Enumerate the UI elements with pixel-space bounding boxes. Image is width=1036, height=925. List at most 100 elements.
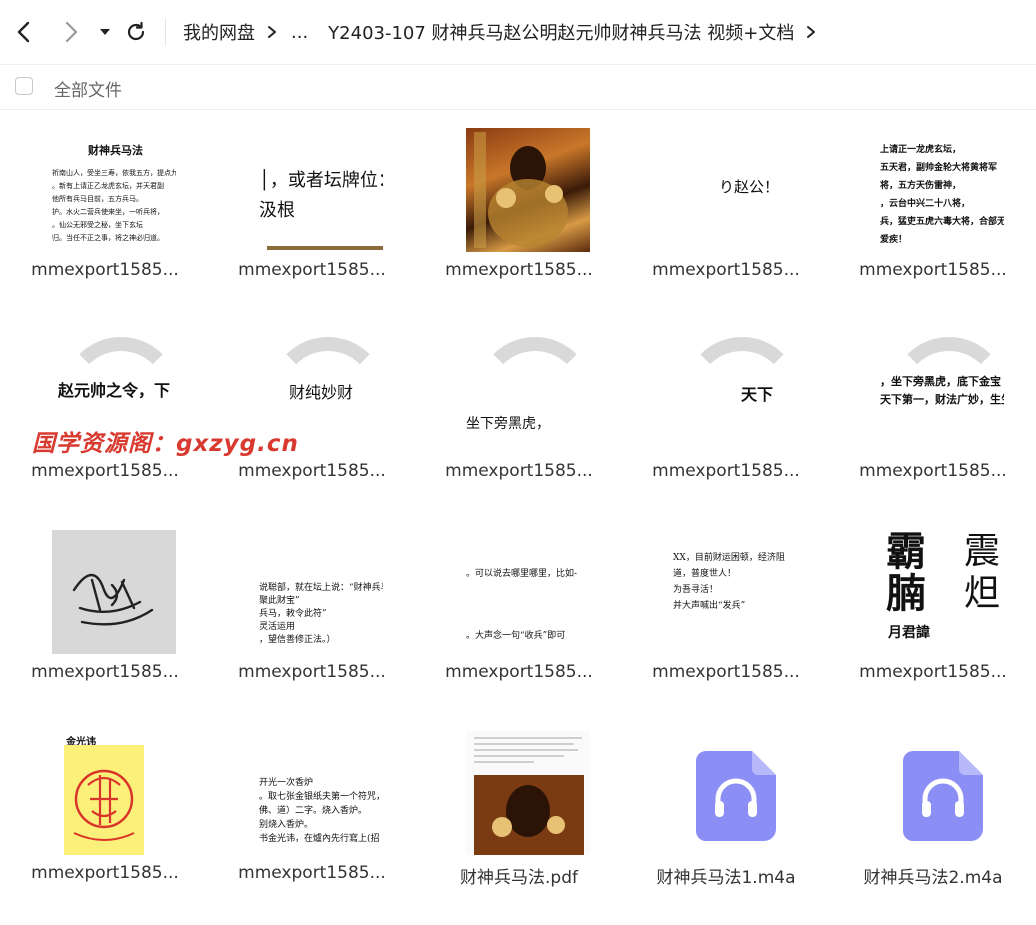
file-name[interactable]: mmexport1585... (631, 461, 821, 481)
file-name[interactable]: mmexport1585... (217, 461, 407, 481)
select-all-checkbox[interactable] (15, 77, 33, 95)
file-item[interactable]: 说聪部，就在坛上说：“财神兵马 聚此财宝” 兵马，敕令此符” 灵活运用 ，望信善修正法。… (207, 510, 414, 711)
file-thumbnail[interactable]: 上请正一龙虎玄坛， 五天君，副帅金轮大将黄将军 将，五方天伤雷神， ，云台中兴二十八将… (880, 128, 1004, 252)
file-thumbnail[interactable]: ，坐下旁黑虎，底下金宝 天下第一，财法广妙，生生 (880, 329, 1004, 453)
thumb-text: │，或者坛牌位： (259, 170, 383, 191)
file-item[interactable]: 财神兵马法1.m4a (621, 711, 828, 912)
thumb-text: 赵元帅之令，下 (58, 381, 171, 400)
file-item[interactable]: 金光讳 mmexport1585... (0, 711, 207, 912)
headphones-icon (696, 751, 776, 841)
breadcrumb-root[interactable]: 我的网盘 (183, 19, 255, 45)
file-name[interactable]: mmexport1585... (10, 461, 200, 481)
file-name[interactable]: mmexport1585... (838, 461, 1028, 481)
refresh-icon[interactable] (123, 19, 149, 45)
thumb-text: 爱疾！ (880, 235, 908, 245)
file-item[interactable]: 财神兵马法2.m4a (828, 711, 1035, 912)
file-thumbnail[interactable] (52, 530, 176, 654)
file-name[interactable]: mmexport1585... (631, 260, 821, 280)
thumb-text: 灵活运用 (259, 622, 296, 632)
thumb-text: 道，普度世人！ (673, 569, 737, 579)
file-item[interactable]: 财纯妙财 mmexport1585... (207, 309, 414, 510)
breadcrumb-current[interactable]: Y2403-107 财神兵马赵公明赵元帅财神兵马法 视频+文档 (328, 19, 794, 45)
file-name[interactable]: mmexport1585... (631, 662, 821, 682)
file-name[interactable]: 财神兵马法2.m4a (838, 863, 1028, 888)
file-name[interactable]: mmexport1585... (217, 662, 407, 682)
file-grid: 财神兵马法祈南山人，受坐三寿，依我五方，提点九州， 。新有上请正乙龙虎玄坛，并天君… (0, 108, 1036, 925)
file-thumbnail[interactable]: 坐下旁黑虎， (466, 329, 590, 453)
file-thumbnail[interactable] (466, 128, 590, 252)
file-item[interactable]: 坐下旁黑虎， mmexport1585... (414, 309, 621, 510)
file-thumbnail[interactable]: 财神兵马法祈南山人，受坐三寿，依我五方，提点九州， 。新有上请正乙龙虎玄坛，并天君… (52, 128, 176, 252)
thumb-brushstroke (683, 337, 797, 453)
thumb-text: 将，五方天伤雷神， (880, 181, 962, 191)
thumb-text: り赵公！ (719, 178, 780, 196)
file-item[interactable]: り赵公！ mmexport1585... (621, 108, 828, 309)
file-thumbnail[interactable] (880, 731, 1004, 855)
file-item[interactable]: mmexport1585... (0, 510, 207, 711)
file-thumbnail[interactable]: 天下 (673, 329, 797, 453)
thumb-text: 上请正一龙虎玄坛， (880, 145, 962, 155)
thumb-text: 别烧入香炉。 (259, 820, 314, 830)
file-name[interactable]: mmexport1585... (424, 662, 614, 682)
thumb-text: 霸 (886, 530, 926, 575)
file-name[interactable]: mmexport1585... (838, 260, 1028, 280)
thumb-text: 书金光讳，在爐內先行寫上(招 (259, 834, 380, 844)
file-thumbnail[interactable] (466, 731, 590, 855)
thumb-text: ，云台中兴二十八将， (880, 199, 971, 209)
thumb-text: 他所有兵马目前，五方兵马。 (52, 195, 143, 203)
file-item[interactable]: 。可以说去哪里哪里，比如- 。大声念一句“收兵”即可 mmexport1585... (414, 510, 621, 711)
file-item[interactable]: 开光一次香炉 。取七张金银纸夫第一个符咒， 佛、道）二字。烧入香炉。 别烧入香炉。 书金… (207, 711, 414, 912)
file-item[interactable]: ，坐下旁黑虎，底下金宝 天下第一，财法广妙，生生 mmexport1585... (828, 309, 1035, 510)
thumb-text: 天下第一，财法广妙，生生 (880, 393, 1004, 406)
file-item[interactable]: XX，目前财运困顿，经济阻 道，普度世人！ 为吾寻活！ 并大声喊出“发兵” mmexpo… (621, 510, 828, 711)
file-item[interactable]: 霸腩月君諱 震炟 mmexport1585... (828, 510, 1035, 711)
file-name[interactable]: mmexport1585... (217, 863, 407, 883)
chevron-right-icon (806, 25, 816, 39)
file-name[interactable]: mmexport1585... (10, 662, 200, 682)
file-name[interactable]: mmexport1585... (424, 260, 614, 280)
file-toolbar: 全部文件 (0, 64, 1036, 110)
thumb-text: 佛、道）二字。烧入香炉。 (259, 806, 368, 816)
file-name[interactable]: mmexport1585... (424, 461, 614, 481)
thumb-text: 兵，猛吏五虎六毒大将，合部无 (880, 217, 1004, 227)
file-item[interactable]: 赵元帅之令，下 mmexport1585... (0, 309, 207, 510)
dropdown-icon[interactable] (92, 19, 118, 45)
file-thumbnail[interactable]: 霸腩月君諱 震炟 (880, 530, 1004, 654)
file-name[interactable]: mmexport1585... (838, 662, 1028, 682)
file-name[interactable]: mmexport1585... (217, 260, 407, 280)
file-thumbnail[interactable]: り赵公！ (673, 128, 797, 252)
thumb-text: 天下 (741, 385, 774, 404)
file-item[interactable]: 上请正一龙虎玄坛， 五天君，副帅金轮大将黄将军 将，五方天伤雷神， ，云台中兴二十八将… (828, 108, 1035, 309)
thumb-text: 震 (964, 531, 1001, 572)
file-thumbnail[interactable]: 开光一次香炉 。取七张金银纸夫第一个符咒， 佛、道）二字。烧入香炉。 别烧入香炉。 书金… (259, 731, 383, 855)
file-name[interactable]: 财神兵马法1.m4a (631, 863, 821, 888)
file-thumbnail[interactable]: XX，目前财运困顿，经济阻 道，普度世人！ 为吾寻活！ 并大声喊出“发兵” (673, 530, 797, 654)
file-thumbnail[interactable]: 。可以说去哪里哪里，比如- 。大声念一句“收兵”即可 (466, 530, 590, 654)
file-item[interactable]: 财神兵马法祈南山人，受坐三寿，依我五方，提点九州， 。新有上请正乙龙虎玄坛，并天君… (0, 108, 207, 309)
file-thumbnail[interactable]: 说聪部，就在坛上说：“财神兵马 聚此财宝” 兵马，敕令此符” 灵活运用 ，望信善修正法。… (259, 530, 383, 654)
file-item[interactable]: 天下 mmexport1585... (621, 309, 828, 510)
back-icon[interactable] (11, 19, 37, 45)
file-item[interactable]: mmexport1585... (414, 108, 621, 309)
thumb-text: 坐下旁黑虎， (466, 416, 550, 432)
file-thumbnail[interactable]: │，或者坛牌位： 汲根 (259, 128, 383, 252)
file-name[interactable]: mmexport1585... (10, 863, 200, 883)
thumb-text: 五天君，副帅金轮大将黄将军 (880, 163, 998, 173)
file-thumbnail[interactable] (673, 731, 797, 855)
file-name[interactable]: mmexport1585... (10, 260, 200, 280)
thumb-text: 。取七张金银纸夫第一个符咒， (259, 792, 383, 802)
thumb-text: 炟 (964, 573, 1001, 614)
chevron-right-icon (267, 25, 277, 39)
file-item[interactable]: │，或者坛牌位： 汲根 mmexport1585... (207, 108, 414, 309)
file-thumbnail[interactable]: 金光讳 (52, 731, 176, 855)
thumb-text: 为吾寻活！ (673, 585, 719, 595)
thumb-divider (267, 246, 383, 250)
file-name[interactable]: 财神兵马法.pdf (424, 863, 614, 888)
breadcrumb-ellipsis[interactable]: ... (291, 22, 308, 43)
file-item[interactable]: 财神兵马法.pdf (414, 711, 621, 912)
thumb-text: ，望信善修正法。） (259, 635, 336, 645)
forward-icon[interactable] (58, 19, 84, 45)
thumb-text: 。可以说去哪里哪里，比如- (466, 569, 578, 579)
headphones-icon (903, 751, 983, 841)
breadcrumb: 我的网盘 ... Y2403-107 财神兵马赵公明赵元帅财神兵马法 视频+文档 (183, 0, 830, 64)
